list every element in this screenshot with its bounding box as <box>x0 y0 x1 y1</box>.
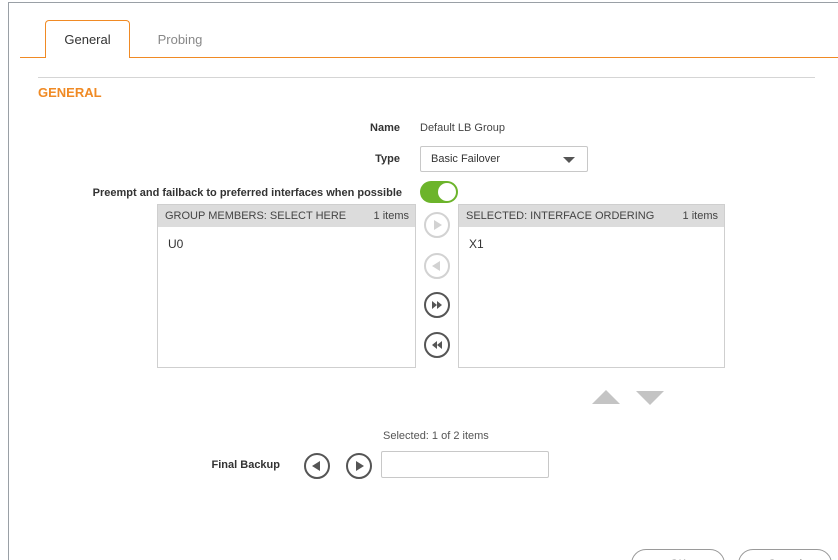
type-label: Type <box>375 153 400 165</box>
tab-underline <box>20 57 838 58</box>
section-divider <box>38 77 815 78</box>
name-value: Default LB Group <box>420 122 505 134</box>
move-all-left-button[interactable] <box>424 332 450 358</box>
play-right-icon <box>356 461 364 471</box>
preempt-toggle[interactable] <box>420 181 458 203</box>
move-all-right-button[interactable] <box>424 292 450 318</box>
list-item[interactable]: X1 <box>459 227 724 251</box>
ok-button[interactable]: OK <box>631 549 725 560</box>
move-up-icon[interactable] <box>592 390 620 404</box>
section-title: GENERAL <box>38 85 102 100</box>
selected-interfaces-list[interactable]: SELECTED: INTERFACE ORDERING 1 items X1 <box>458 204 725 368</box>
group-members-title: GROUP MEMBERS: SELECT HERE <box>165 210 347 222</box>
final-backup-input[interactable] <box>381 451 549 478</box>
tab-probing[interactable]: Probing <box>140 20 220 58</box>
type-select-value: Basic Failover <box>431 153 501 165</box>
toggle-knob <box>438 183 456 201</box>
move-right-button[interactable] <box>424 212 450 238</box>
play-left-icon <box>432 261 440 271</box>
rewind-icon <box>432 341 442 349</box>
group-members-list[interactable]: GROUP MEMBERS: SELECT HERE 1 items U0 <box>157 204 416 368</box>
group-members-count: 1 items <box>373 210 409 222</box>
selected-list-header: SELECTED: INTERFACE ORDERING 1 items <box>459 205 724 227</box>
fast-forward-icon <box>432 301 442 309</box>
selection-status: Selected: 1 of 2 items <box>383 430 489 442</box>
final-backup-prev-button[interactable] <box>304 453 330 479</box>
final-backup-next-button[interactable] <box>346 453 372 479</box>
move-left-button[interactable] <box>424 253 450 279</box>
selected-list-count: 1 items <box>682 210 718 222</box>
list-item[interactable]: U0 <box>158 227 415 251</box>
name-label: Name <box>370 122 400 134</box>
move-down-icon[interactable] <box>636 391 664 405</box>
preempt-label: Preempt and failback to preferred interf… <box>92 187 402 199</box>
selected-list-title: SELECTED: INTERFACE ORDERING <box>466 210 655 222</box>
cancel-button[interactable]: Cancel <box>738 549 832 560</box>
type-select[interactable]: Basic Failover <box>420 146 588 172</box>
chevron-down-icon <box>563 157 575 163</box>
play-right-icon <box>434 220 442 230</box>
play-left-icon <box>312 461 320 471</box>
group-members-header: GROUP MEMBERS: SELECT HERE 1 items <box>158 205 415 227</box>
tab-general[interactable]: General <box>45 20 130 58</box>
final-backup-label: Final Backup <box>211 459 280 471</box>
